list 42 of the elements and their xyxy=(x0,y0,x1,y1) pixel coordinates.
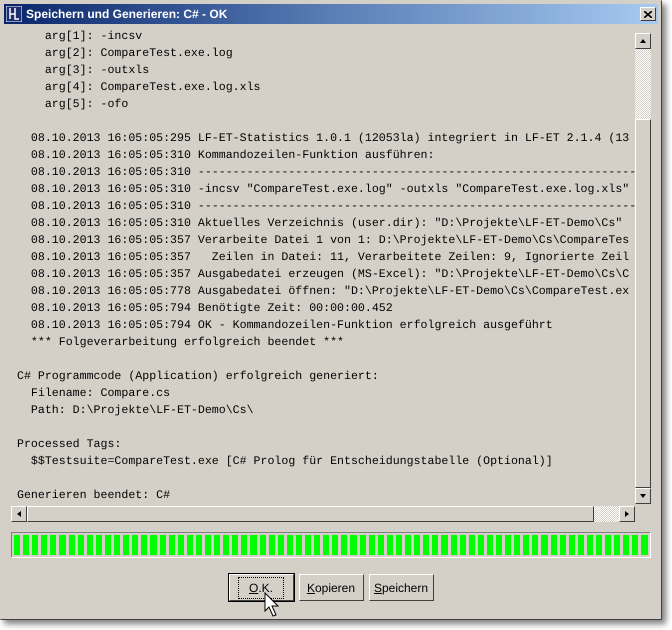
arrow-icon xyxy=(16,510,22,518)
log-line: 08.10.2013 16:05:05:778 Ausgabedatei öffnen: "D:\Projekte\LF-ET-Demo\Cs\CompareTest.ex xyxy=(30,284,630,300)
close-icon xyxy=(644,10,652,18)
log-line: Generieren beendet: C# xyxy=(17,488,172,504)
log-line: $$Testsuite=CompareTest.exe [C# Prolog für Entscheidungstabelle (Optional)] xyxy=(30,454,554,470)
scroll-left-button[interactable] xyxy=(11,506,27,522)
mouse-pointer-icon xyxy=(264,592,280,618)
log-line: 08.10.2013 16:05:05:357 Verarbeite Datei 1 von 1: D:\Projekte\LF-ET-Demo\Cs\CompareTes xyxy=(30,233,630,249)
log-line: *** Folgeverarbeitung erfolgreich beendet *** xyxy=(30,335,345,351)
log-line: 08.10.2013 16:05:05:357 Zeilen in Datei: 11, Verarbeitete Zeilen: 9, Ignorierte Zeil xyxy=(30,250,630,266)
dialog-button[interactable]: Speichern xyxy=(368,574,434,601)
arrow-icon xyxy=(639,38,647,44)
scroll-up-button[interactable] xyxy=(635,33,651,49)
log-line: 08.10.2013 16:05:05:794 Benötigte Zeit: 00:00:00.452 xyxy=(30,301,394,317)
close-button[interactable] xyxy=(640,7,656,21)
log-line: 08.10.2013 16:05:05:295 LF-ET-Statistics 1.0.1 (12053la) integriert in LF-ET 2.1.4 (13 xyxy=(30,131,630,147)
log-line: 08.10.2013 16:05:05:794 OK - Kommandozeilen-Funktion erfolgreich ausgeführt xyxy=(30,318,554,334)
vertical-scrollbar[interactable] xyxy=(635,33,651,504)
arrow-icon xyxy=(624,510,630,518)
app-logo-icon xyxy=(6,6,22,22)
log-line: arg[3]: -outxls xyxy=(44,63,150,79)
log-line: 08.10.2013 16:05:05:357 Ausgabedatei erzeugen (MS-Excel): "D:\Projekte\LF-ET-Demo\Cs\C xyxy=(30,267,630,283)
window-title: Speichern und Generieren: C# - OK xyxy=(26,6,228,23)
log-line: arg[4]: CompareTest.exe.log.xls xyxy=(44,80,262,96)
log-line: 08.10.2013 16:05:05:310 --------------------------------------------------------------- xyxy=(30,165,635,181)
log-line: Filename: Compare.cs xyxy=(30,386,172,402)
dialog-button[interactable]: O.K. xyxy=(228,574,294,601)
log-line: Processed Tags: xyxy=(17,437,122,453)
log-line: Path: D:\Projekte\LF-ET-Demo\Cs\ xyxy=(30,403,255,419)
log-line: C# Programmcode (Application) erfolgreich generiert: xyxy=(17,369,380,385)
log-line: arg[2]: CompareTest.exe.log xyxy=(44,46,234,62)
log-line: arg[5]: -ofo xyxy=(44,97,130,113)
log-line: 08.10.2013 16:05:05:310 --------------------------------------------------------------- xyxy=(30,199,635,215)
log-line: 08.10.2013 16:05:05:310 Aktuelles Verzeichnis (user.dir): "D:\Projekte\LF-ET-Demo\Cs" xyxy=(30,216,624,232)
scroll-right-button[interactable] xyxy=(619,506,635,522)
scroll-thumb[interactable] xyxy=(635,119,651,488)
log-line: 08.10.2013 16:05:05:310 Kommandozeilen-Funktion ausführen: xyxy=(30,148,436,164)
log-line: arg[1]: -incsv xyxy=(44,29,144,45)
scroll-down-button[interactable] xyxy=(635,488,651,504)
log-line: 08.10.2013 16:05:05:310 -incsv "CompareTest.exe.log" -outxls "CompareTest.exe.log.xls" xyxy=(30,182,630,198)
arrow-icon xyxy=(639,493,647,499)
dialog-button[interactable]: Kopieren xyxy=(298,574,364,601)
